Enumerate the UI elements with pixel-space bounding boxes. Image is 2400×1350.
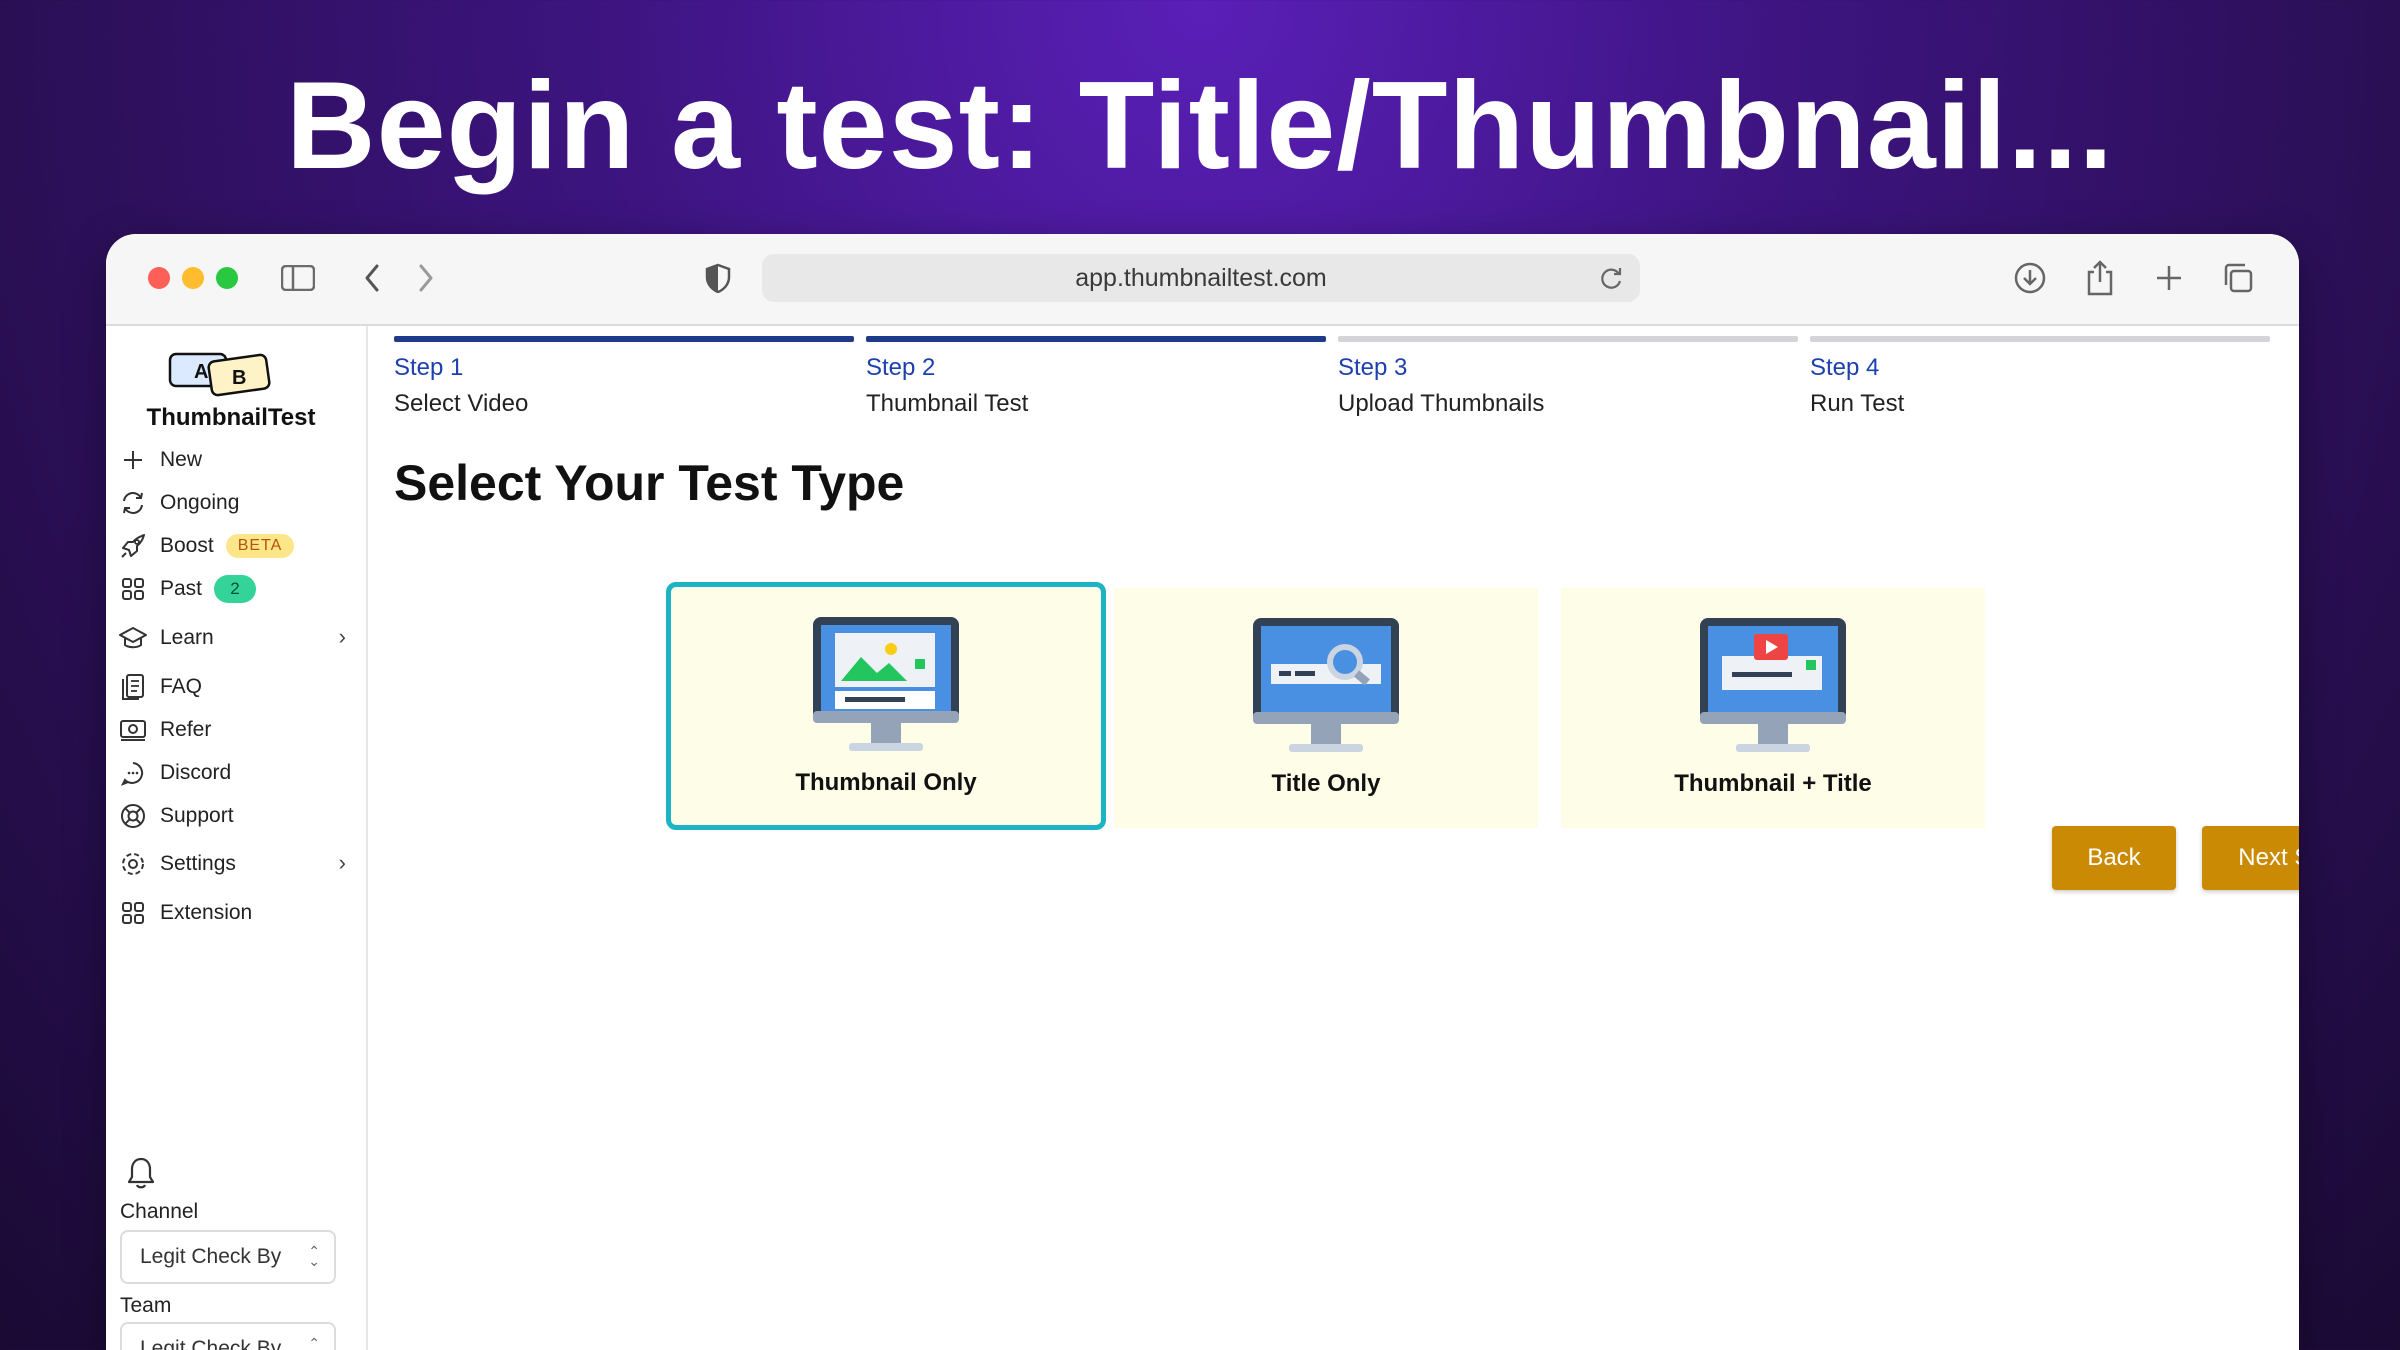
channel-label: Channel bbox=[120, 1200, 199, 1223]
nav-extension[interactable]: Extension bbox=[118, 893, 354, 933]
step-name: Upload Thumbnails bbox=[1338, 390, 1545, 417]
nav-label: Settings bbox=[160, 852, 236, 875]
logo-letter-b: B bbox=[232, 367, 246, 389]
step-progress-bar bbox=[866, 336, 1326, 342]
updown-chevron-icon: ⌃⌄ bbox=[308, 1335, 320, 1350]
option-label: Thumbnail + Title bbox=[1674, 770, 1872, 797]
nav-label: Learn bbox=[160, 626, 214, 649]
monitor-image-icon bbox=[813, 617, 959, 751]
nav-learn[interactable]: Learn › bbox=[118, 618, 354, 658]
chevron-right-icon: › bbox=[338, 850, 346, 875]
step-name: Thumbnail Test bbox=[866, 390, 1029, 417]
channel-value: Legit Check By bbox=[140, 1245, 282, 1268]
step-1: Step 1 Select Video bbox=[394, 336, 854, 418]
headline: Begin a test: Title/Thumbnail... bbox=[286, 57, 2114, 195]
step-4: Step 4 Run Test bbox=[1810, 336, 2270, 418]
nav-boost[interactable]: Boost BETA bbox=[118, 526, 354, 566]
lifebuoy-icon bbox=[118, 801, 148, 831]
app-logo: A B bbox=[168, 352, 271, 397]
main-content: Step 1 Select Video Step 2 Thumbnail Tes… bbox=[368, 326, 2299, 1350]
plus-icon bbox=[118, 445, 148, 475]
nav-label: Ongoing bbox=[160, 491, 240, 514]
team-value: Legit Check By bbox=[140, 1337, 282, 1350]
nav-discord[interactable]: Discord bbox=[118, 753, 354, 793]
sidebar: A B ThumbnailTest New Ongoing Boost BETA… bbox=[106, 326, 368, 1350]
team-label: Team bbox=[120, 1294, 172, 1317]
gear-icon bbox=[118, 849, 148, 879]
chevron-right-icon: › bbox=[338, 624, 346, 649]
past-count-badge: 2 bbox=[214, 575, 257, 603]
step-name: Run Test bbox=[1810, 390, 1905, 417]
monitor-search-icon bbox=[1253, 618, 1399, 752]
url-text: app.thumbnailtest.com bbox=[1075, 263, 1327, 292]
step-name: Select Video bbox=[394, 390, 529, 417]
grid-icon bbox=[118, 898, 148, 928]
beta-badge: BETA bbox=[225, 534, 295, 558]
nav-label: Past bbox=[160, 577, 203, 600]
monitor-video-icon bbox=[1700, 618, 1846, 752]
share-icon[interactable] bbox=[2080, 258, 2120, 298]
zoom-window-button[interactable] bbox=[216, 267, 238, 289]
browser-toolbar: app.thumbnailtest.com bbox=[106, 234, 2299, 326]
step-progress-bar bbox=[394, 336, 854, 342]
step-number: Step 2 bbox=[866, 354, 936, 381]
document-icon bbox=[118, 672, 148, 702]
team-select[interactable]: Legit Check By ⌃⌄ bbox=[120, 1322, 336, 1350]
nav-label: Discord bbox=[160, 761, 232, 784]
nav-ongoing[interactable]: Ongoing bbox=[118, 483, 354, 523]
new-tab-icon[interactable] bbox=[2149, 258, 2189, 298]
refresh-icon bbox=[118, 488, 148, 518]
step-3: Step 3 Upload Thumbnails bbox=[1338, 336, 1798, 418]
downloads-icon[interactable] bbox=[2010, 258, 2050, 298]
grid-icon bbox=[118, 574, 148, 604]
logo-letter-a: A bbox=[194, 361, 208, 383]
graduation-cap-icon bbox=[118, 623, 148, 653]
sidebar-toggle-icon[interactable] bbox=[278, 258, 318, 298]
nav-refer[interactable]: Refer bbox=[118, 710, 354, 750]
chat-icon bbox=[118, 758, 148, 788]
address-bar[interactable]: app.thumbnailtest.com bbox=[762, 254, 1640, 302]
reload-icon[interactable] bbox=[1598, 264, 1626, 292]
money-icon bbox=[118, 715, 148, 745]
nav-label: Refer bbox=[160, 718, 212, 741]
channel-select[interactable]: Legit Check By ⌃ ⌄ bbox=[120, 1230, 336, 1284]
step-number: Step 3 bbox=[1338, 354, 1408, 381]
browser-window: app.thumbnailtest.com A B ThumbnailTest … bbox=[106, 234, 2299, 1350]
nav-label: FAQ bbox=[160, 675, 203, 698]
bell-icon[interactable] bbox=[126, 1156, 156, 1195]
option-label: Thumbnail Only bbox=[795, 769, 977, 796]
page-title: Select Your Test Type bbox=[394, 455, 905, 511]
rocket-icon bbox=[118, 531, 148, 561]
forward-nav-icon[interactable] bbox=[406, 258, 446, 298]
next-step-button[interactable]: Next Step bbox=[2202, 826, 2299, 890]
step-number: Step 1 bbox=[394, 354, 464, 381]
nav-label: New bbox=[160, 448, 203, 471]
updown-chevron-icon: ⌃⌄ bbox=[308, 1243, 320, 1269]
nav-new[interactable]: New bbox=[118, 440, 354, 480]
back-button[interactable]: Back bbox=[2052, 826, 2176, 890]
step-2: Step 2 Thumbnail Test bbox=[866, 336, 1326, 418]
privacy-shield-icon[interactable] bbox=[698, 258, 738, 298]
option-label: Title Only bbox=[1271, 770, 1381, 797]
nav-faq[interactable]: FAQ bbox=[118, 667, 354, 707]
close-window-button[interactable] bbox=[148, 267, 170, 289]
option-title-only[interactable]: Title Only bbox=[1114, 588, 1538, 828]
nav-past[interactable]: Past 2 bbox=[118, 569, 354, 609]
option-thumbnail-title[interactable]: Thumbnail + Title bbox=[1561, 588, 1985, 828]
step-progress-bar bbox=[1810, 336, 2270, 342]
step-number: Step 4 bbox=[1810, 354, 1880, 381]
tab-overview-icon[interactable] bbox=[2218, 258, 2258, 298]
brand-name: ThumbnailTest bbox=[146, 404, 316, 431]
option-thumbnail-only[interactable]: Thumbnail Only bbox=[666, 582, 1106, 830]
nav-label: Support bbox=[160, 804, 234, 827]
nav-settings[interactable]: Settings › bbox=[118, 844, 354, 884]
back-nav-icon[interactable] bbox=[352, 258, 392, 298]
nav-support[interactable]: Support bbox=[118, 796, 354, 836]
nav-label: Boost bbox=[160, 534, 214, 557]
minimize-window-button[interactable] bbox=[182, 267, 204, 289]
nav-label: Extension bbox=[160, 901, 253, 924]
step-progress-bar bbox=[1338, 336, 1798, 342]
